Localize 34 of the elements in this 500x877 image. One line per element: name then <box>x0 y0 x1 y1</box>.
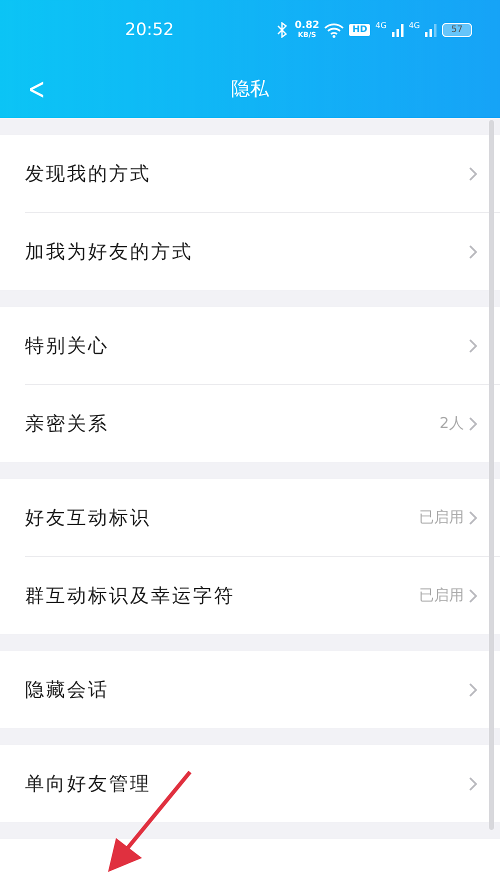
settings-row[interactable]: 好友互动标识 已启用 <box>25 479 500 556</box>
chevron-icon <box>468 588 478 604</box>
chevron-icon <box>468 682 478 698</box>
clock-time: 20:52 <box>125 20 174 40</box>
chevron-icon <box>468 416 478 432</box>
row-value: 已启用 <box>419 508 464 527</box>
row-label: 单向好友管理 <box>25 772 151 796</box>
signal-label: 4G <box>375 21 387 30</box>
signal-icon <box>425 23 437 37</box>
chevron-icon <box>468 244 478 260</box>
row-value: 2人 <box>439 414 464 433</box>
row-label: 隐藏会话 <box>25 678 109 702</box>
settings-row[interactable]: 特别关心 <box>25 307 500 384</box>
row-label: 好友互动标识 <box>25 506 151 530</box>
settings-row[interactable]: 隐藏会话 <box>25 651 500 728</box>
chevron-icon <box>468 338 478 354</box>
settings-row[interactable]: 单向好友管理 <box>25 745 500 822</box>
hd-badge: HD <box>349 24 370 36</box>
settings-row[interactable]: 发现我的方式 <box>25 135 500 212</box>
wifi-icon <box>324 22 344 38</box>
bluetooth-icon <box>276 22 290 38</box>
row-label: 特别关心 <box>25 334 109 358</box>
chevron-icon <box>468 166 478 182</box>
signal-icon <box>392 23 404 37</box>
row-label: 群互动标识及幸运字符 <box>25 584 235 608</box>
row-label: 发现我的方式 <box>25 162 151 186</box>
page-title: 隐私 <box>231 77 269 102</box>
row-label: 亲密关系 <box>25 412 109 436</box>
battery-level: 57 <box>442 23 472 37</box>
row-value: 已启用 <box>419 586 464 605</box>
chevron-icon <box>468 776 478 792</box>
row-label: 加我为好友的方式 <box>25 240 193 264</box>
chevron-icon <box>468 510 478 526</box>
signal-label: 4G <box>408 21 420 30</box>
